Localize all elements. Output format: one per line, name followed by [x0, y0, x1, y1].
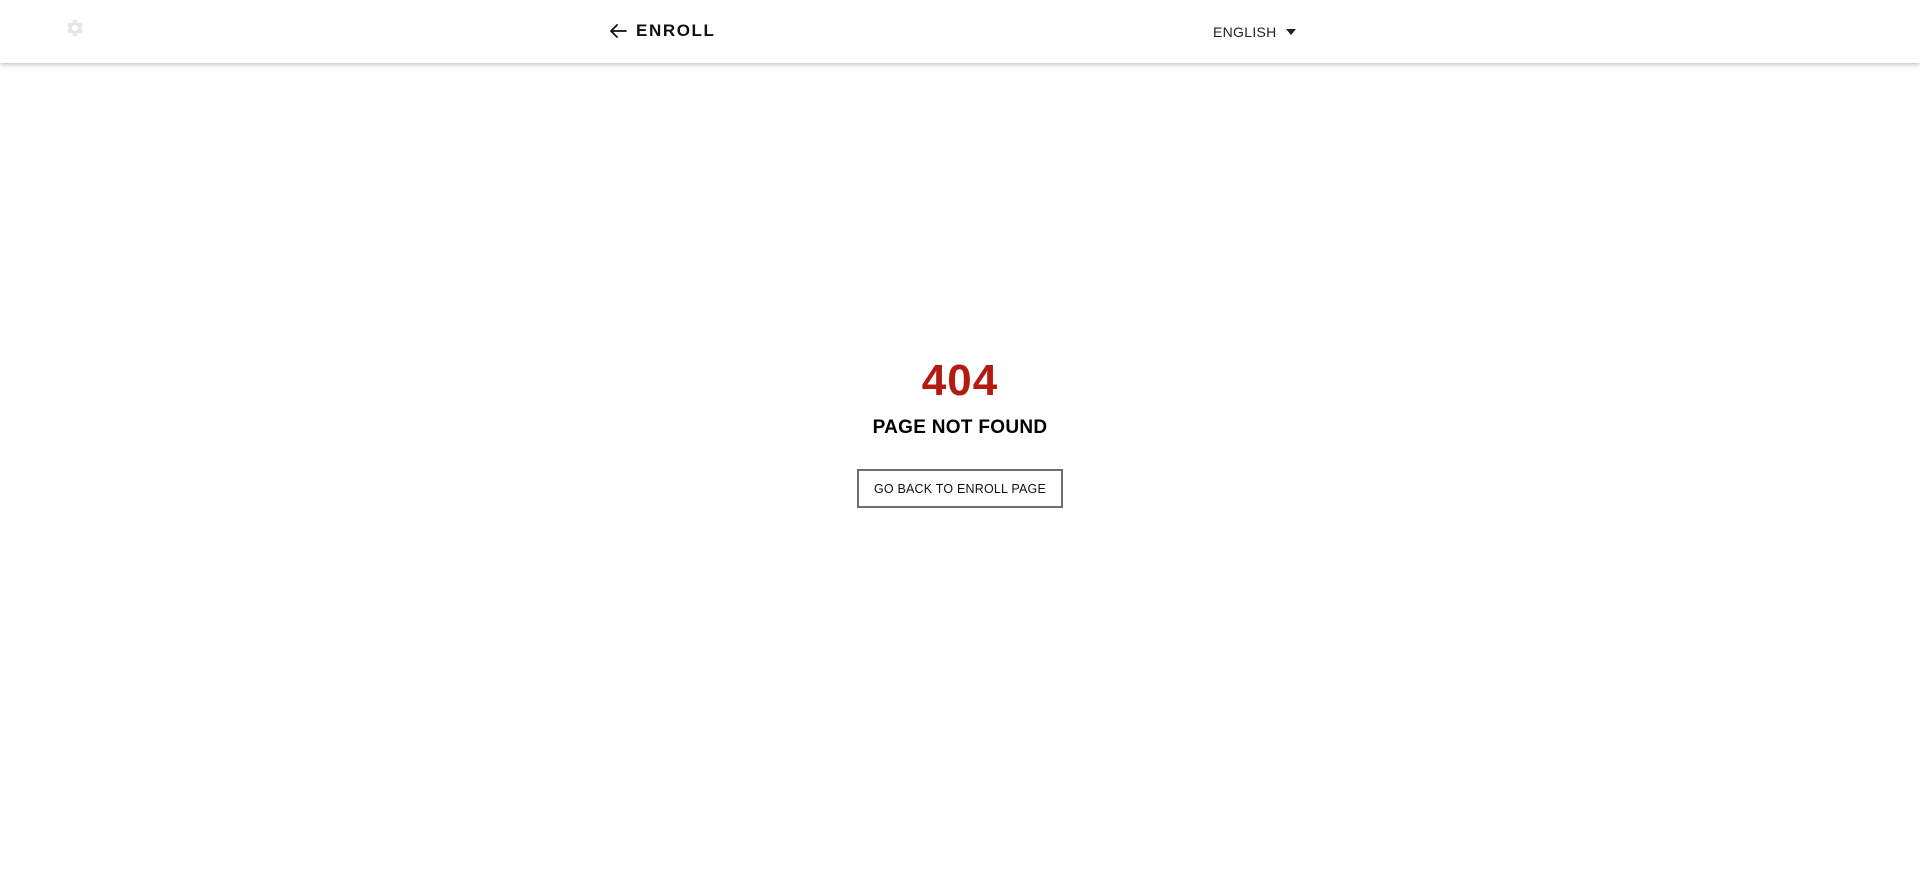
back-link-label: ENROLL [636, 21, 716, 40]
main-content: 404 PAGE NOT FOUND GO BACK TO ENROLL PAG… [0, 63, 1920, 893]
language-selected-label: ENGLISH [1213, 24, 1277, 40]
top-navigation-bar: ENROLL ENGLISH [0, 0, 1920, 63]
settings-button[interactable] [64, 17, 86, 39]
go-back-to-enroll-button[interactable]: GO BACK TO ENROLL PAGE [857, 469, 1063, 508]
back-to-enroll-link[interactable]: ENROLL [609, 19, 715, 43]
language-selector[interactable]: ENGLISH [1213, 22, 1296, 42]
error-message: PAGE NOT FOUND [872, 417, 1048, 438]
caret-down-icon [1285, 29, 1296, 35]
not-found-panel: 404 PAGE NOT FOUND GO BACK TO ENROLL PAG… [0, 355, 1920, 508]
arrow-left-icon [609, 23, 627, 39]
gear-icon [67, 19, 83, 36]
error-code: 404 [921, 356, 999, 405]
